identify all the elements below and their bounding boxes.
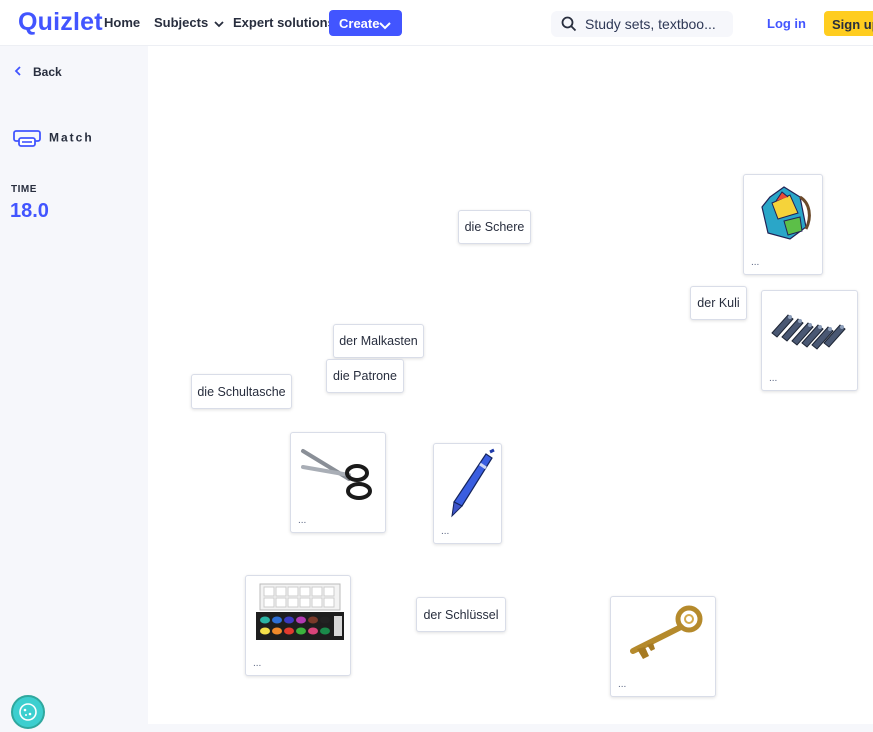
nav-expert-solutions-link[interactable]: Expert solutions [233,15,335,30]
login-button[interactable]: Log in [767,16,806,31]
match-sidebar: Back Match TIME 18.0 [0,46,148,729]
timer-value: 18.0 [10,200,49,222]
nav-subjects-label: Subjects [154,15,209,30]
image-caption: ... [751,257,760,268]
chevron-down-icon [214,16,224,31]
term-tile[interactable]: der Schlüssel [416,597,506,632]
time-label: TIME [11,184,37,195]
image-caption: ... [441,526,450,537]
term-tile[interactable]: der Malkasten [333,324,424,358]
match-game-board: die Schere der Kuli der Malkasten die Pa… [148,46,873,724]
nav-subjects-dropdown[interactable]: Subjects [154,15,224,31]
image-tile-backpack[interactable]: ... [743,174,823,275]
create-button[interactable]: Create [329,10,402,36]
term-tile[interactable]: die Patrone [326,359,404,393]
pen-image [451,448,495,518]
image-caption: ... [298,515,307,526]
quizlet-logo[interactable]: Quizlet [18,8,103,37]
search-bar[interactable] [551,11,733,37]
chevron-down-icon [379,18,391,33]
term-tile[interactable]: die Schere [458,210,531,244]
term-tile[interactable]: der Kuli [690,286,747,320]
image-caption: ... [618,679,627,690]
image-caption: ... [253,658,262,669]
chevron-left-icon [14,65,24,79]
term-tile[interactable]: die Schultasche [191,374,292,409]
image-tile-ink-cartridges[interactable]: ... [761,290,858,391]
scissors-image [301,449,372,500]
mode-title: Match [13,130,94,147]
create-button-label: Create [339,16,380,31]
search-icon [561,16,577,37]
cookie-icon [19,703,37,721]
image-tile-paint-box[interactable]: ... [245,575,351,676]
image-caption: ... [769,373,778,384]
image-tile-scissors[interactable]: ... [290,432,386,533]
image-tile-pen[interactable]: ... [433,443,502,544]
signup-button[interactable]: Sign up [824,11,873,36]
paint-box-image [256,583,344,640]
nav-home-link[interactable]: Home [104,15,140,30]
back-link[interactable]: Back [14,65,62,79]
top-navigation-bar: Quizlet Home Subjects Expert solutions C… [0,0,873,46]
match-mode-icon [13,130,41,147]
back-label: Back [33,65,62,79]
key-image [630,605,703,659]
ink-cartridges-image [771,314,846,350]
image-tile-key[interactable]: ... [610,596,716,697]
mode-label: Match [49,130,94,145]
search-input[interactable] [585,15,729,33]
backpack-image [761,186,811,240]
